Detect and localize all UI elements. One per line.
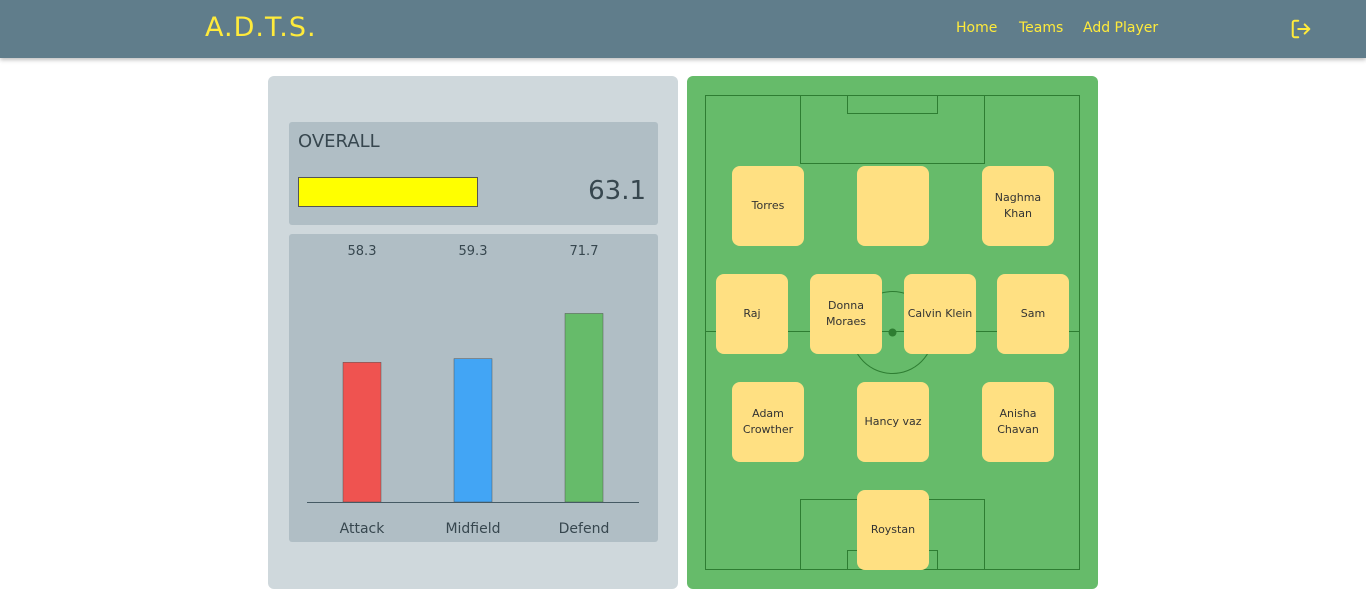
player-card[interactable]: Anisha Chavan bbox=[982, 382, 1054, 462]
nav-home-link[interactable]: Home bbox=[956, 20, 997, 36]
player-name: Donna Moraes bbox=[826, 299, 866, 328]
player-card[interactable]: Torres bbox=[732, 166, 804, 246]
player-name: Naghma Khan bbox=[994, 191, 1042, 220]
player-card[interactable]: Hancy vaz bbox=[857, 382, 929, 462]
player-name: Raj bbox=[743, 307, 761, 320]
player-name: Hancy vaz bbox=[864, 415, 922, 428]
player-card[interactable]: Naghma Khan bbox=[982, 166, 1054, 246]
brand-logo[interactable]: A.D.T.S. bbox=[205, 12, 317, 43]
player-card[interactable]: Adam Crowther bbox=[732, 382, 804, 462]
player-name: Torres bbox=[751, 199, 785, 212]
bar-chart-svg: 58.3 Attack 59.3 Midfield 71.7 Defend bbox=[307, 244, 639, 537]
logout-icon[interactable] bbox=[1290, 18, 1312, 40]
player-name: Anisha Chavan bbox=[997, 407, 1039, 436]
overall-title: OVERALL bbox=[298, 131, 380, 152]
player-card[interactable]: Sam bbox=[997, 274, 1069, 354]
bar-defend bbox=[564, 313, 604, 503]
value-label-defend: 71.7 bbox=[570, 244, 599, 259]
bar-midfield bbox=[453, 358, 493, 503]
overall-card: OVERALL 63.1 bbox=[289, 122, 658, 225]
player-card[interactable]: Roystan bbox=[857, 490, 929, 570]
player-name: Sam bbox=[1020, 307, 1046, 320]
navbar: A.D.T.S. Home Teams Add Player bbox=[0, 0, 1366, 58]
overall-value: 63.1 bbox=[588, 176, 646, 206]
value-label-midfield: 59.3 bbox=[459, 244, 488, 259]
overall-bar-fill bbox=[299, 178, 477, 206]
category-label-defend: Defend bbox=[559, 521, 610, 537]
player-card[interactable]: Calvin Klein bbox=[904, 274, 976, 354]
position-ratings-chart: 58.3 Attack 59.3 Midfield 71.7 Defend bbox=[289, 234, 658, 542]
player-name: Adam Crowther bbox=[742, 407, 794, 436]
player-name: Calvin Klein bbox=[907, 307, 973, 320]
stats-panel: OVERALL 63.1 58.3 Attack 59.3 Midfield 71.7 D… bbox=[268, 76, 678, 589]
player-card[interactable]: Donna Moraes bbox=[810, 274, 882, 354]
bar-attack bbox=[342, 362, 382, 503]
player-card[interactable]: Raj bbox=[716, 274, 788, 354]
category-label-attack: Attack bbox=[340, 521, 386, 537]
nav-teams-link[interactable]: Teams bbox=[1019, 20, 1063, 36]
nav-add-player-link[interactable]: Add Player bbox=[1083, 20, 1158, 36]
value-label-attack: 58.3 bbox=[348, 244, 377, 259]
player-name: Roystan bbox=[870, 523, 916, 536]
player-card[interactable] bbox=[857, 166, 929, 246]
football-pitch: Torres Naghma Khan Raj Donna Moraes Calvin K… bbox=[687, 76, 1098, 589]
category-label-midfield: Midfield bbox=[445, 521, 500, 537]
overall-bar bbox=[298, 177, 478, 207]
